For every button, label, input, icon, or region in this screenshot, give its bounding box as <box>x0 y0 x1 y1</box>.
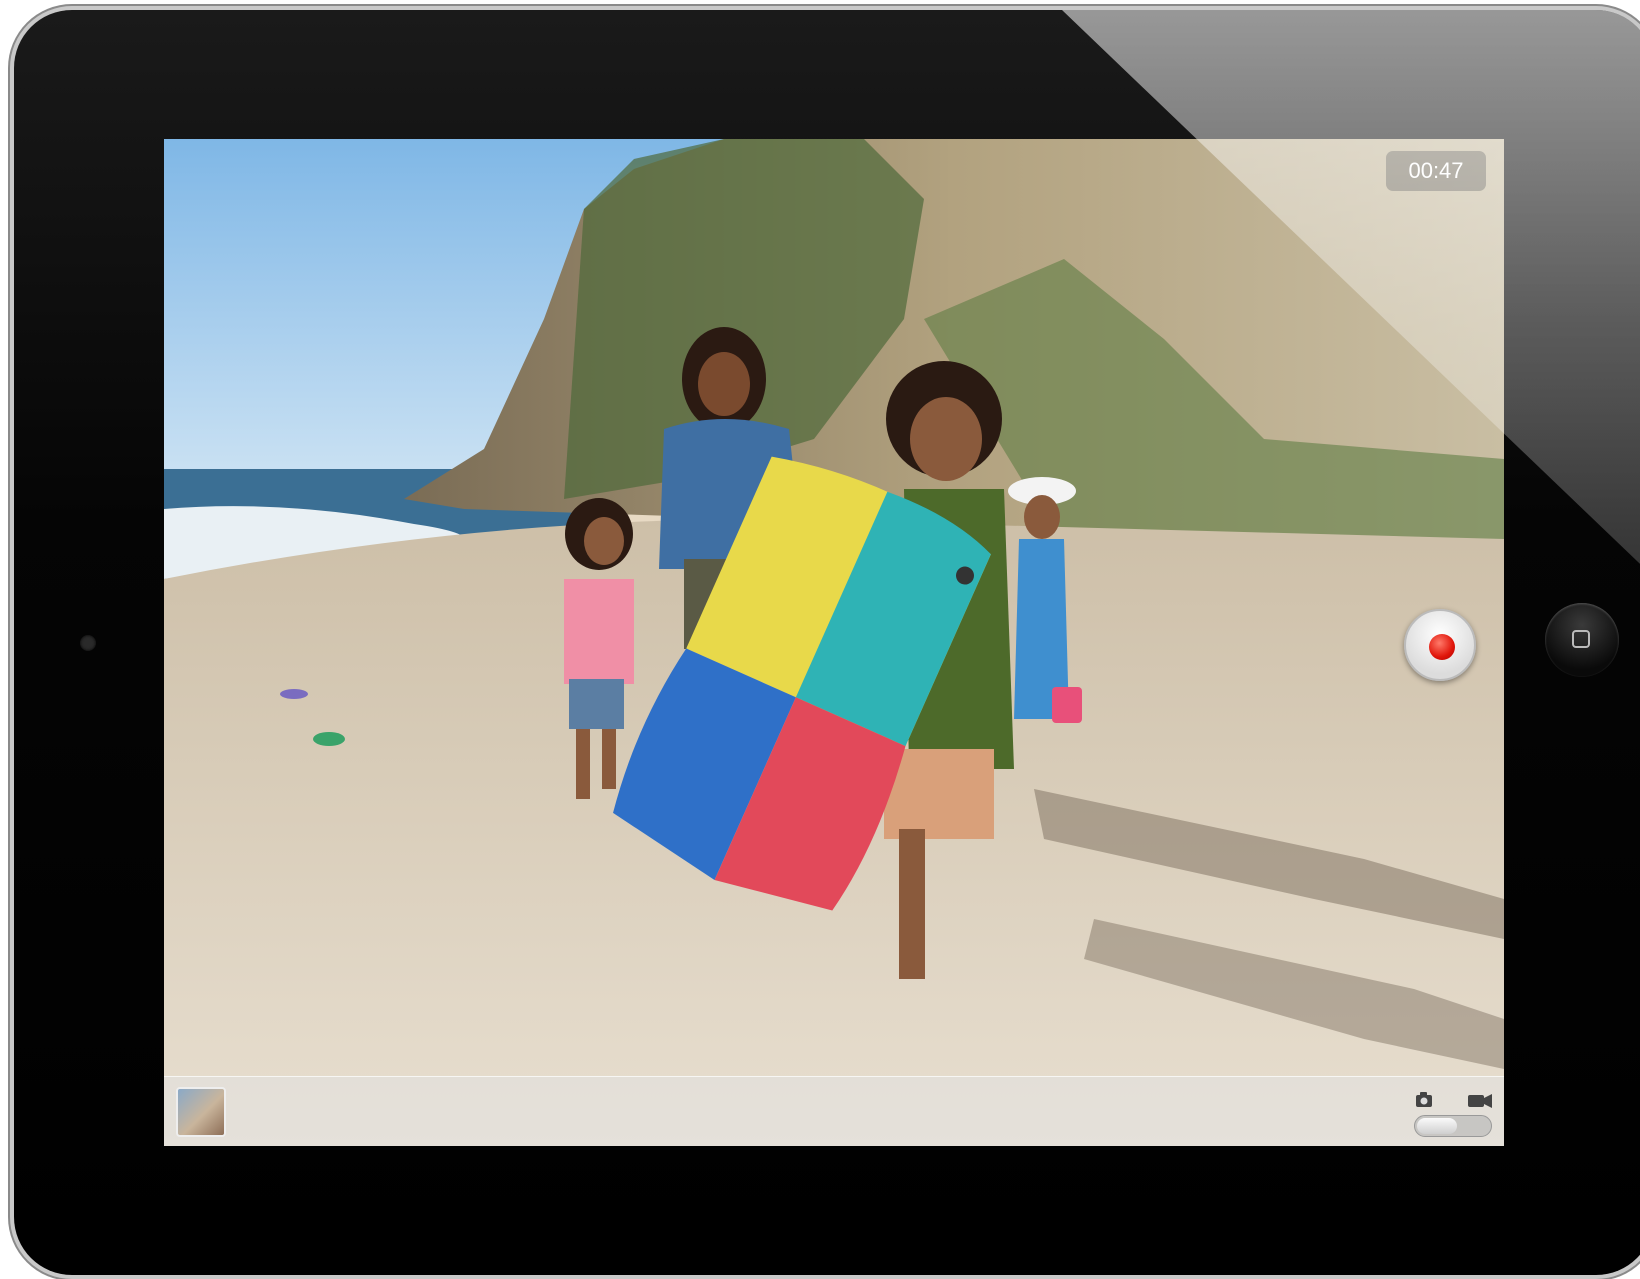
front-camera-icon <box>80 635 96 651</box>
toggle-knob <box>1417 1118 1457 1134</box>
camera-video-toggle[interactable] <box>1414 1115 1492 1137</box>
record-icon <box>1429 634 1455 660</box>
recording-timer: 00:47 <box>1386 151 1486 191</box>
camera-preview-scene <box>164 139 1504 1146</box>
video-camera-icon <box>1468 1094 1492 1108</box>
camera-viewfinder[interactable]: 00:47 <box>164 139 1504 1146</box>
home-button-icon <box>1572 630 1590 648</box>
photo-thumbnail[interactable] <box>176 1087 226 1137</box>
camera-toolbar <box>164 1076 1504 1146</box>
mode-icons <box>1416 1092 1492 1108</box>
record-button[interactable] <box>1404 609 1476 681</box>
home-button[interactable] <box>1545 603 1619 677</box>
camera-icon <box>1416 1092 1432 1107</box>
